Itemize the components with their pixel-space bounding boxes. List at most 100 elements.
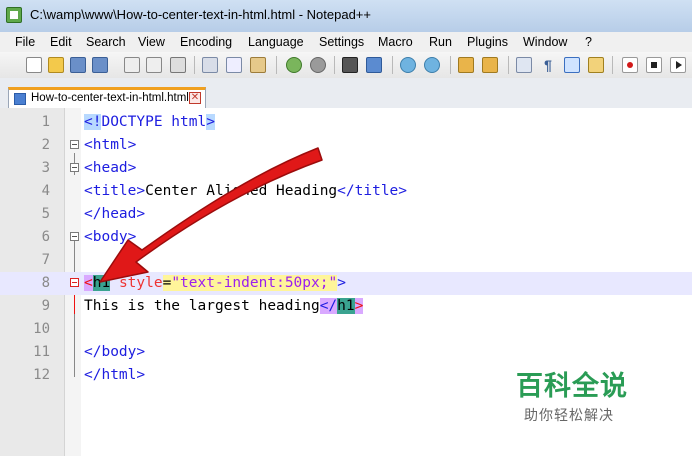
record-macro-icon[interactable] [622,57,638,73]
file-icon [14,93,26,105]
menu-language[interactable]: Language [248,35,304,49]
new-file-icon[interactable] [26,57,42,73]
code-text: <head> [84,160,137,176]
play-macro-icon[interactable] [670,57,686,73]
zoom-in-icon[interactable] [400,57,416,73]
code-text: </html> [84,367,146,383]
code-line-5: 5 </head> [0,203,692,226]
menu-file[interactable]: File [15,35,35,49]
stop-macro-icon[interactable] [646,57,662,73]
line-number: 3 [41,160,50,176]
toolbar-separator [508,56,509,74]
attribute-value: "text-indent:50px;" [171,275,338,291]
paste-icon[interactable] [250,57,266,73]
line-number: 9 [41,298,50,314]
code-line-6: 6 <body> [0,226,692,249]
sync-h-icon[interactable] [482,57,498,73]
sync-v-icon[interactable] [458,57,474,73]
code-text: </head> [84,206,146,222]
menu-edit[interactable]: Edit [50,35,72,49]
code-line-8: 8 <h1 style="text-indent:50px;"> [0,272,692,295]
cut-icon[interactable] [202,57,218,73]
watermark-subtitle: 助你轻松解决 [524,408,614,424]
window-title: C:\wamp\www\How-to-center-text-in-html.h… [30,7,371,22]
close-icon[interactable] [124,57,140,73]
toolbar-separator [392,56,393,74]
tab-how-to-center-text[interactable]: How-to-center-text-in-html.html ✕ [8,87,206,108]
doctype-open: <! [84,114,102,130]
h1-open-end: > [337,275,346,291]
line-number: 1 [41,114,50,130]
menu-bar: File Edit Search View Encoding Language … [0,32,692,52]
title-open-tag: <title> [84,183,146,199]
code-line-9: 9 This is the largest heading</h1> [0,295,692,318]
notepad-plus-plus-icon [6,7,22,23]
code-line-7: 7 [0,249,692,272]
menu-help[interactable]: ? [585,35,592,49]
menu-view[interactable]: View [138,35,165,49]
redo-icon[interactable] [310,57,326,73]
code-text: <body> [84,229,137,245]
code-text: </body> [84,344,146,360]
title-text: Center Aligned Heading [145,183,338,199]
toolbar-separator [450,56,451,74]
toolbar-separator [612,56,613,74]
open-file-icon[interactable] [48,57,64,73]
code-text: <title>Center Aligned Heading</title> [84,183,407,199]
h1-close-open: </ [319,298,338,314]
menu-settings[interactable]: Settings [319,35,364,49]
indent-guide-icon[interactable] [564,57,580,73]
fold-toggle-icon[interactable] [70,232,79,241]
menu-search[interactable]: Search [86,35,126,49]
close-all-icon[interactable] [146,57,162,73]
toolbar-separator [334,56,335,74]
udl-icon[interactable] [588,57,604,73]
menu-plugins[interactable]: Plugins [467,35,508,49]
line-number: 2 [41,137,50,153]
toolbar-separator [276,56,277,74]
doctype-keyword: DOCTYPE html [101,114,207,130]
h1-tag-name: h1 [92,275,111,291]
h1-open-bracket: < [84,275,93,291]
save-all-icon[interactable] [92,57,108,73]
menu-encoding[interactable]: Encoding [180,35,232,49]
code-line-1: 1 <!DOCTYPE html> [0,111,692,134]
tab-close-icon[interactable]: ✕ [189,92,201,104]
fold-toggle-icon[interactable] [70,163,79,172]
h1-close-tag-name: h1 [337,298,355,314]
watermark-logo: 百科全说 助你轻松解决 [516,364,628,425]
replace-icon[interactable] [366,57,382,73]
code-line-11: 11 </body> [0,341,692,364]
code-line-3: 3 <head> [0,157,692,180]
style-attribute: style [118,275,163,291]
copy-icon[interactable] [226,57,242,73]
undo-icon[interactable] [286,57,302,73]
find-icon[interactable] [342,57,358,73]
tab-label: How-to-center-text-in-html.html [31,92,189,104]
menu-macro[interactable]: Macro [378,35,413,49]
h1-close-end: > [354,298,364,314]
zoom-out-icon[interactable] [424,57,440,73]
doctype-close: > [206,114,215,130]
toolbar-separator [194,56,195,74]
code-text: This is the largest heading</h1> [84,298,364,314]
line-number: 5 [41,206,50,222]
fold-toggle-icon[interactable] [70,278,79,287]
code-line-10: 10 [0,318,692,341]
line-number: 7 [41,252,50,268]
menu-window[interactable]: Window [523,35,567,49]
save-icon[interactable] [70,57,86,73]
fold-toggle-icon[interactable] [70,140,79,149]
print-icon[interactable] [170,57,186,73]
line-number: 10 [33,321,50,337]
show-all-chars-icon[interactable]: ¶ [540,57,556,73]
code-text: <html> [84,137,137,153]
menu-run[interactable]: Run [429,35,452,49]
tab-bar: How-to-center-text-in-html.html ✕ [0,78,692,109]
heading-text: This is the largest heading [84,298,320,314]
word-wrap-icon[interactable] [516,57,532,73]
line-number: 12 [33,367,50,383]
line-number: 6 [41,229,50,245]
watermark-title: 百科全说 [516,371,628,402]
code-text: <h1 style="text-indent:50px;"> [84,275,346,291]
